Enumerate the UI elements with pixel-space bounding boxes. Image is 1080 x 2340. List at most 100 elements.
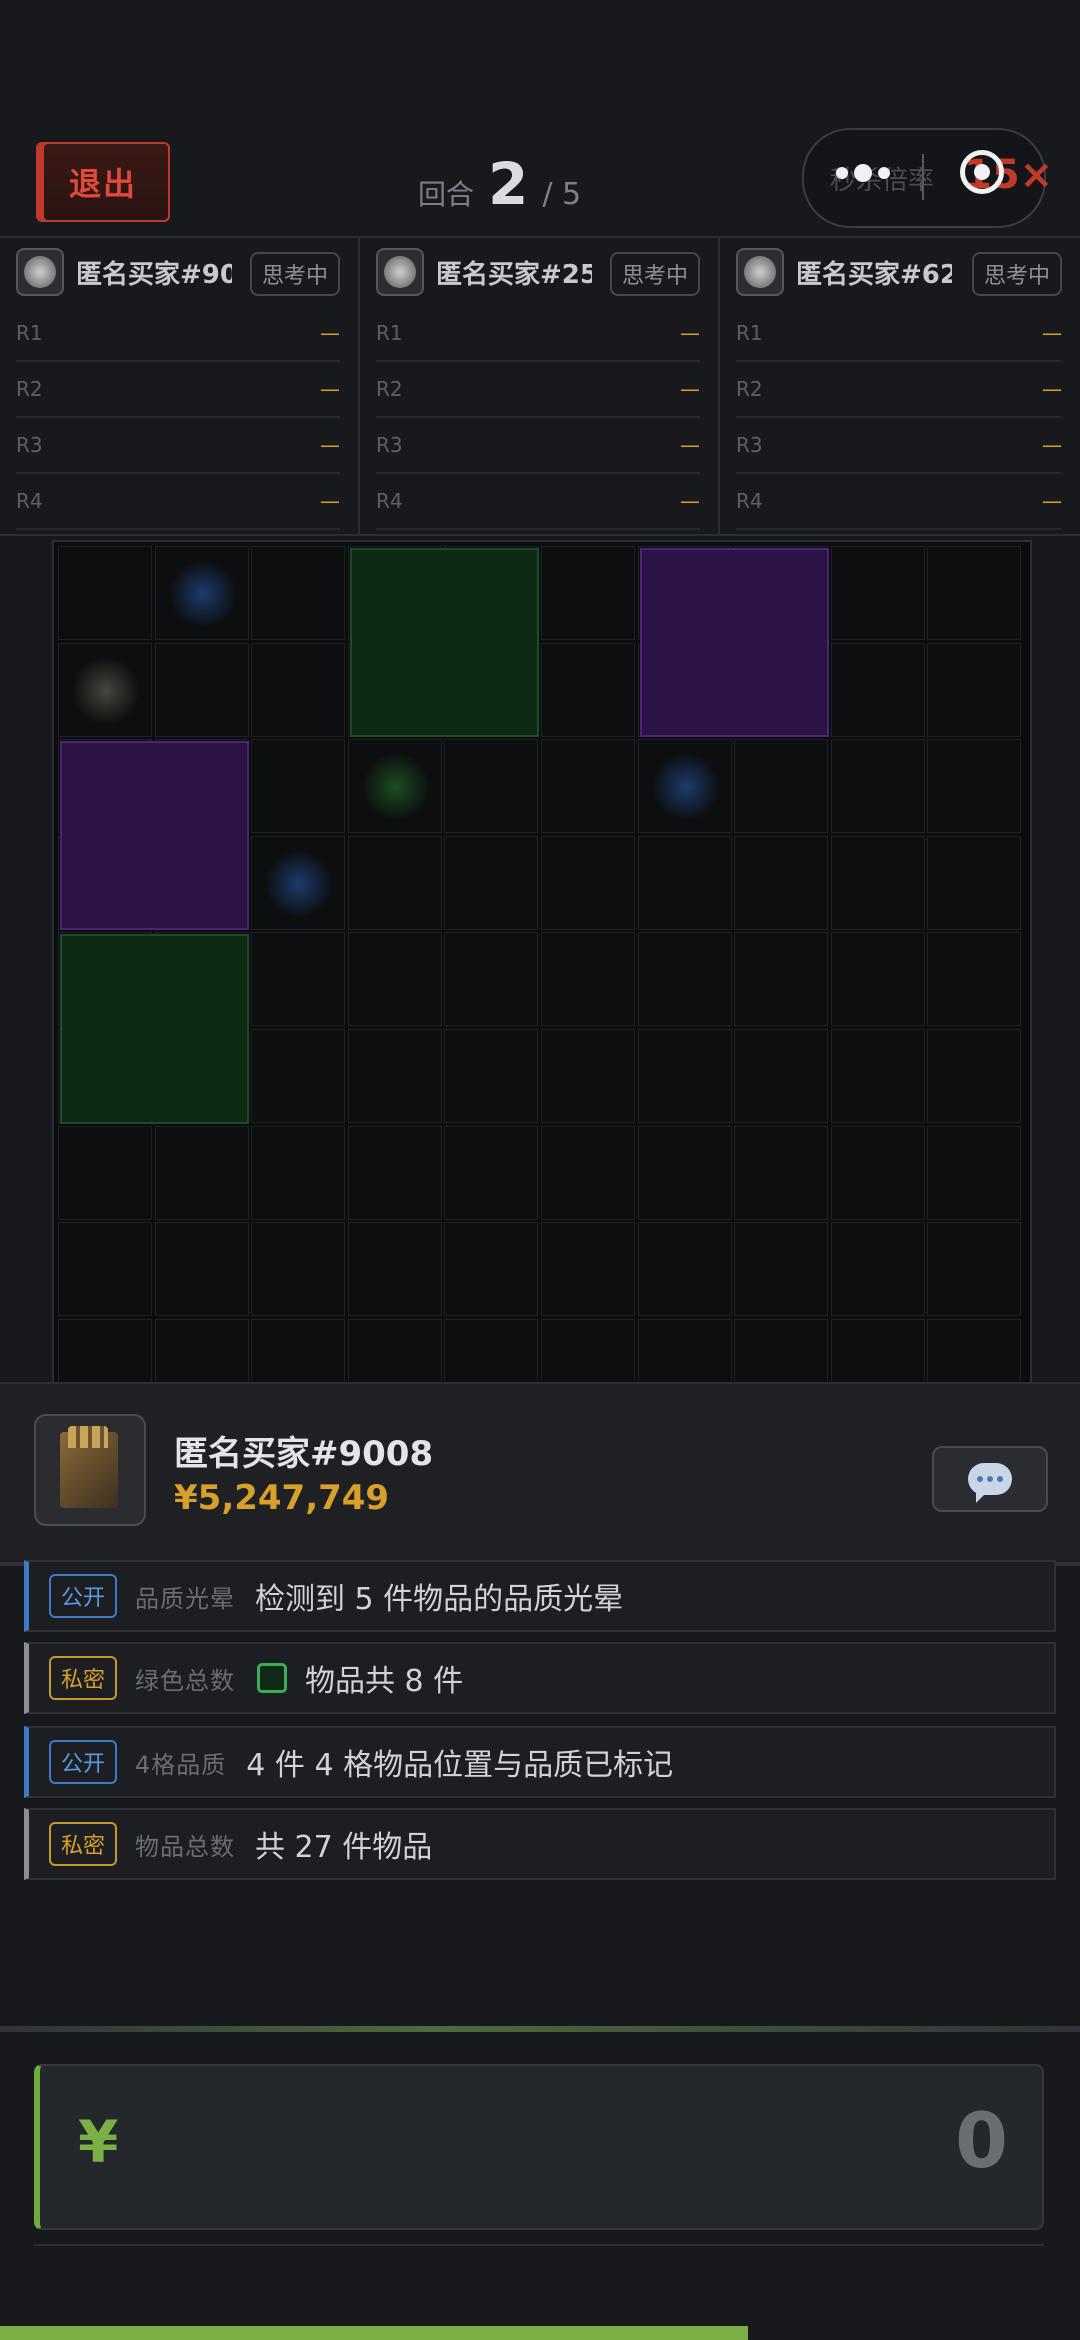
bid-input[interactable]: ¥ 0 <box>34 2064 1044 2230</box>
grid-cell <box>830 1125 925 1220</box>
round-row-label: R2 <box>736 377 763 401</box>
grid-cell <box>251 1029 346 1123</box>
round-row: R2 — <box>736 362 1062 418</box>
round-label: 回合 <box>418 178 475 211</box>
round-row: R4 — <box>16 474 340 530</box>
grid-cell <box>927 546 1022 640</box>
grid-cell <box>734 835 829 930</box>
grid-cell <box>251 932 346 1027</box>
player-card: 匿名买家#2500 思考中 R1 — R2 — R3 — R4 — <box>360 238 720 534</box>
grid-cell <box>251 739 346 834</box>
grid-cell <box>830 1222 925 1317</box>
public-tag: 公开 <box>49 1574 118 1618</box>
grid-cell <box>927 932 1022 1027</box>
round-row: R3 — <box>736 418 1062 474</box>
grid-cell <box>541 642 635 737</box>
grid-cell <box>154 1318 249 1382</box>
round-row-label: R4 <box>16 489 43 513</box>
grid-cell <box>637 1318 732 1382</box>
clue-row: 公开 4格品质 4 件 4 格物品位置与品质已标记 <box>24 1726 1056 1798</box>
clue-text: 检测到 5 件物品的品质光晕 <box>255 1582 624 1617</box>
avatar <box>736 248 784 296</box>
chat-button[interactable] <box>932 1446 1048 1512</box>
grid-cell <box>444 1222 539 1317</box>
close-miniprogram-icon[interactable] <box>960 150 1004 194</box>
grid-cell <box>251 1318 346 1382</box>
grid-cell <box>637 932 732 1027</box>
marked-item-purple <box>60 741 250 931</box>
avatar <box>16 248 64 296</box>
clue-row: 私密 物品总数 共 27 件物品 <box>24 1808 1056 1880</box>
inventory-grid <box>52 540 1032 1384</box>
divider <box>0 2026 1080 2032</box>
round-row-label: R3 <box>16 433 43 457</box>
round-row: R4 — <box>376 474 700 530</box>
clue-row: 私密 绿色总数 物品共 8 件 <box>24 1642 1056 1714</box>
round-row-label: R4 <box>736 489 763 513</box>
exit-button[interactable]: 退出 <box>36 142 170 222</box>
grid-cell <box>541 835 635 930</box>
divider <box>34 2244 1044 2246</box>
grid-cell <box>541 1318 635 1382</box>
clue-label: 绿色总数 <box>135 1666 236 1695</box>
timer-progress-bar <box>0 2326 748 2340</box>
grid-cell <box>541 739 635 834</box>
round-row-value: — <box>680 489 700 513</box>
round-row: R2 — <box>16 362 340 418</box>
round-row-label: R1 <box>736 321 763 345</box>
round-row-label: R3 <box>376 433 403 457</box>
player-name: 匿名买家#2500 <box>436 259 592 290</box>
grid-cell <box>541 1222 635 1317</box>
grid-cell <box>444 1318 539 1382</box>
grid-cell <box>927 739 1022 834</box>
grid-cell <box>830 642 925 737</box>
grid-cell <box>734 1029 829 1123</box>
status-badge: 思考中 <box>249 252 340 296</box>
round-row-label: R1 <box>16 321 43 345</box>
grid-cell <box>444 739 539 834</box>
chat-bubble-icon <box>968 1463 1012 1503</box>
quality-glow <box>645 747 726 828</box>
grid-cell <box>347 1029 442 1123</box>
buyer-name: 匿名买家#9008 <box>174 1434 434 1474</box>
grid-cell <box>541 1125 635 1220</box>
private-tag: 私密 <box>49 1822 118 1866</box>
more-menu-icon[interactable] <box>836 164 890 182</box>
quality-glow <box>259 843 340 924</box>
grid-cell <box>541 932 635 1027</box>
round-row: R3 — <box>16 418 340 474</box>
grid-cell <box>927 642 1022 737</box>
round-row-value: — <box>680 377 700 401</box>
round-row-value: — <box>320 377 340 401</box>
grid-cell <box>637 1125 732 1220</box>
round-row: R1 — <box>736 306 1062 362</box>
round-row-value: — <box>1042 489 1062 513</box>
status-badge: 思考中 <box>971 252 1062 296</box>
grid-cell <box>830 1029 925 1123</box>
capsule-divider <box>922 154 924 200</box>
buyer-panel: 匿名买家#9008 ¥5,247,749 <box>0 1382 1080 1566</box>
grid-cell <box>541 1029 635 1123</box>
grid-cell <box>347 1222 442 1317</box>
grid-cell <box>58 1222 152 1317</box>
clue-text: 4 件 4 格物品位置与品质已标记 <box>246 1748 674 1783</box>
grid-cell <box>347 1318 442 1382</box>
players-panel: 匿名买家#9008 思考中 R1 — R2 — R3 — R4 — 匿名买家#2500 … <box>0 236 1080 536</box>
grid-cell <box>734 1318 829 1382</box>
mini-program-capsule: 秒杀倍率 15× <box>802 128 1053 228</box>
player-name: 匿名买家#6222 <box>796 259 952 290</box>
quality-glow <box>66 650 146 731</box>
grid-cell <box>637 1222 732 1317</box>
public-tag: 公开 <box>49 1740 118 1784</box>
grid-cell <box>347 932 442 1027</box>
clue-label: 品质光晕 <box>135 1584 236 1613</box>
clue-text: 共 27 件物品 <box>255 1830 433 1865</box>
clue-label: 物品总数 <box>135 1832 236 1861</box>
grid-cell <box>154 1125 249 1220</box>
round-row-label: R4 <box>376 489 403 513</box>
grid-cell <box>251 1125 346 1220</box>
grid-cell <box>734 1125 829 1220</box>
grid-cell <box>734 932 829 1027</box>
private-tag: 私密 <box>49 1656 118 1700</box>
round-row-value: — <box>680 433 700 457</box>
